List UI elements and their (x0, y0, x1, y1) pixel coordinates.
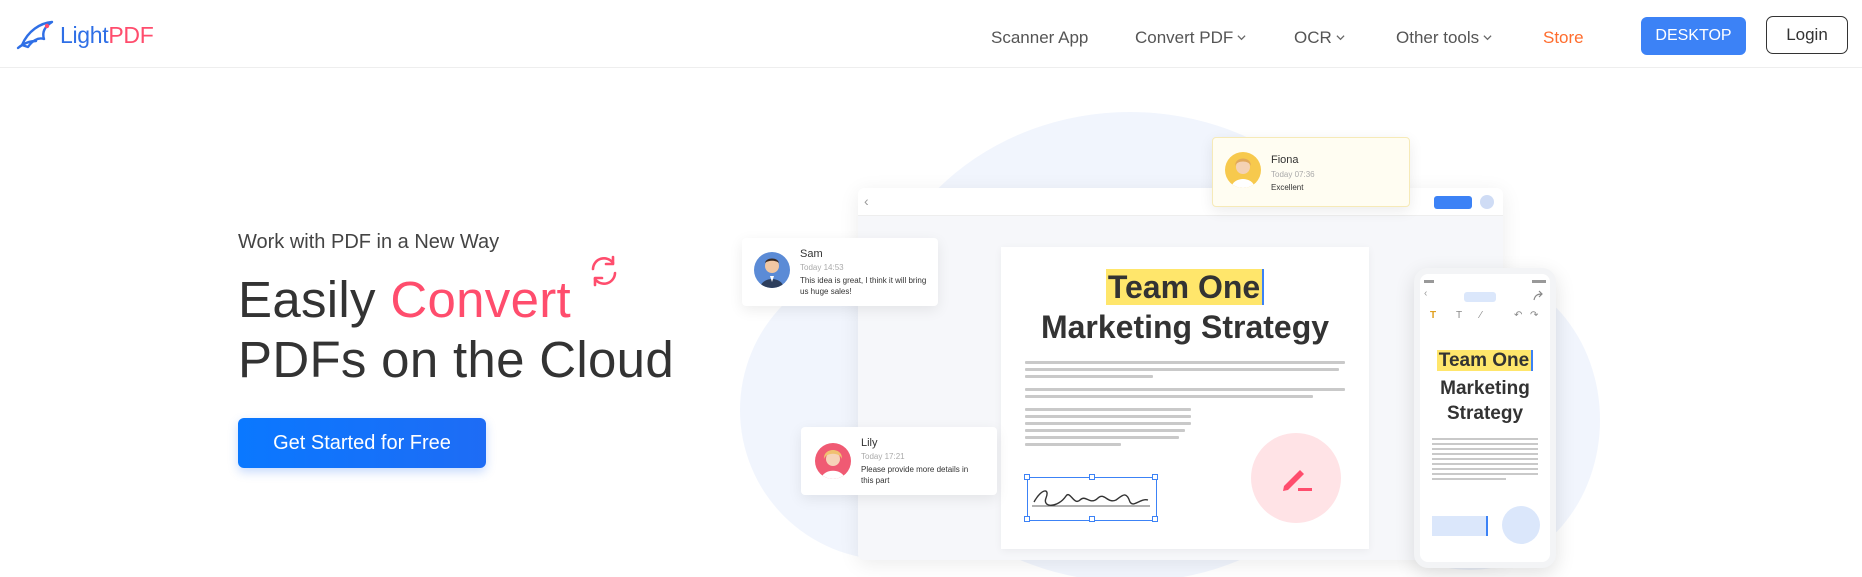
nav-convert-pdf-label: Convert PDF (1135, 28, 1234, 47)
pen-icon (1283, 470, 1312, 491)
hero-title-part1: Easily (238, 271, 391, 328)
comment-author: Sam (800, 248, 823, 260)
chevron-down-icon (1483, 34, 1492, 40)
document-page-illustration: Team One Marketing Strategy (1001, 247, 1369, 549)
comment-author: Lily (861, 437, 878, 449)
hero-title-accent: Convert (390, 271, 571, 328)
comment-card-fiona: Fiona Today 07:36 Excellent (1212, 137, 1410, 207)
hero-subtitle: Work with PDF in a New Way (238, 231, 500, 253)
doc-title-line1: Team One (1001, 269, 1369, 306)
comment-text: Please provide more details in this part (861, 465, 969, 485)
signature-icon (1032, 490, 1150, 507)
phone-header-pill (1464, 292, 1496, 302)
phone-body-text-lines (1432, 438, 1538, 483)
site-header: LightPDF Scanner App Convert PDF OCR Oth… (0, 0, 1862, 68)
avatar (815, 443, 851, 479)
hero-title-line2: PDFs on the Cloud (238, 331, 674, 388)
nav-other-tools-label: Other tools (1396, 28, 1480, 47)
phone-title-rest: Marketing Strategy (1440, 378, 1530, 424)
logo[interactable]: LightPDF (14, 16, 154, 54)
convert-refresh-icon (591, 255, 617, 287)
share-icon (1533, 290, 1543, 301)
nav-ocr[interactable]: OCR (1294, 28, 1345, 48)
phone-illustration: ‹ T T ⁄ ↶ ↷ Team One Marketing Strategy (1414, 268, 1556, 568)
comment-text: This idea is great, I think it will brin… (800, 276, 927, 296)
signature-box (1024, 474, 1158, 522)
get-started-button[interactable]: Get Started for Free (238, 418, 486, 468)
logo-text: LightPDF (60, 21, 154, 49)
phone-input-field (1432, 516, 1488, 536)
doc-title-highlight: Team One (1105, 269, 1265, 305)
toolbar-pill (1434, 196, 1472, 209)
nav-ocr-label: OCR (1294, 28, 1332, 47)
avatar (1225, 152, 1261, 188)
nav-store[interactable]: Store (1543, 28, 1584, 48)
nav-convert-pdf[interactable]: Convert PDF (1135, 28, 1246, 48)
nav-other-tools[interactable]: Other tools (1396, 28, 1492, 48)
desktop-button[interactable]: DESKTOP (1641, 17, 1746, 55)
logo-text-light: Light (60, 21, 109, 48)
nav-scanner-app-label: Scanner App (991, 28, 1089, 47)
phone-title-line1: Team One (1420, 350, 1550, 372)
comment-time: Today 14:53 (800, 263, 844, 272)
chevron-down-icon (1237, 34, 1246, 40)
avatar (754, 252, 790, 288)
comment-author: Fiona (1271, 154, 1299, 166)
comment-text: Excellent (1271, 183, 1304, 192)
chevron-down-icon (1336, 34, 1345, 40)
nav-scanner-app[interactable]: Scanner App (991, 28, 1088, 48)
hero-title: Easily Convert PDFs on the Cloud (238, 270, 674, 390)
phone-action-circle (1502, 506, 1540, 544)
doc-title-line2: Marketing Strategy (1040, 309, 1330, 345)
comment-time: Today 17:21 (861, 452, 905, 461)
back-icon: ‹ (864, 193, 869, 209)
phone-toolbar: T T ⁄ ↶ ↷ (1430, 310, 1539, 321)
toolbar-dot (1480, 195, 1494, 209)
login-button[interactable]: Login (1766, 16, 1848, 54)
phone-title-highlight: Team One (1436, 350, 1534, 371)
comment-card-sam: Sam Today 14:53 This idea is great, I th… (742, 238, 938, 306)
comment-time: Today 07:36 (1271, 170, 1315, 179)
pen-edit-button-illustration (1251, 433, 1341, 523)
back-icon: ‹ (1424, 288, 1428, 299)
logo-icon (16, 20, 54, 50)
phone-status-bar (1424, 278, 1546, 284)
logo-text-pdf: PDF (108, 21, 154, 48)
comment-card-lily: Lily Today 17:21 Please provide more det… (801, 427, 997, 495)
nav-store-label: Store (1543, 28, 1584, 47)
